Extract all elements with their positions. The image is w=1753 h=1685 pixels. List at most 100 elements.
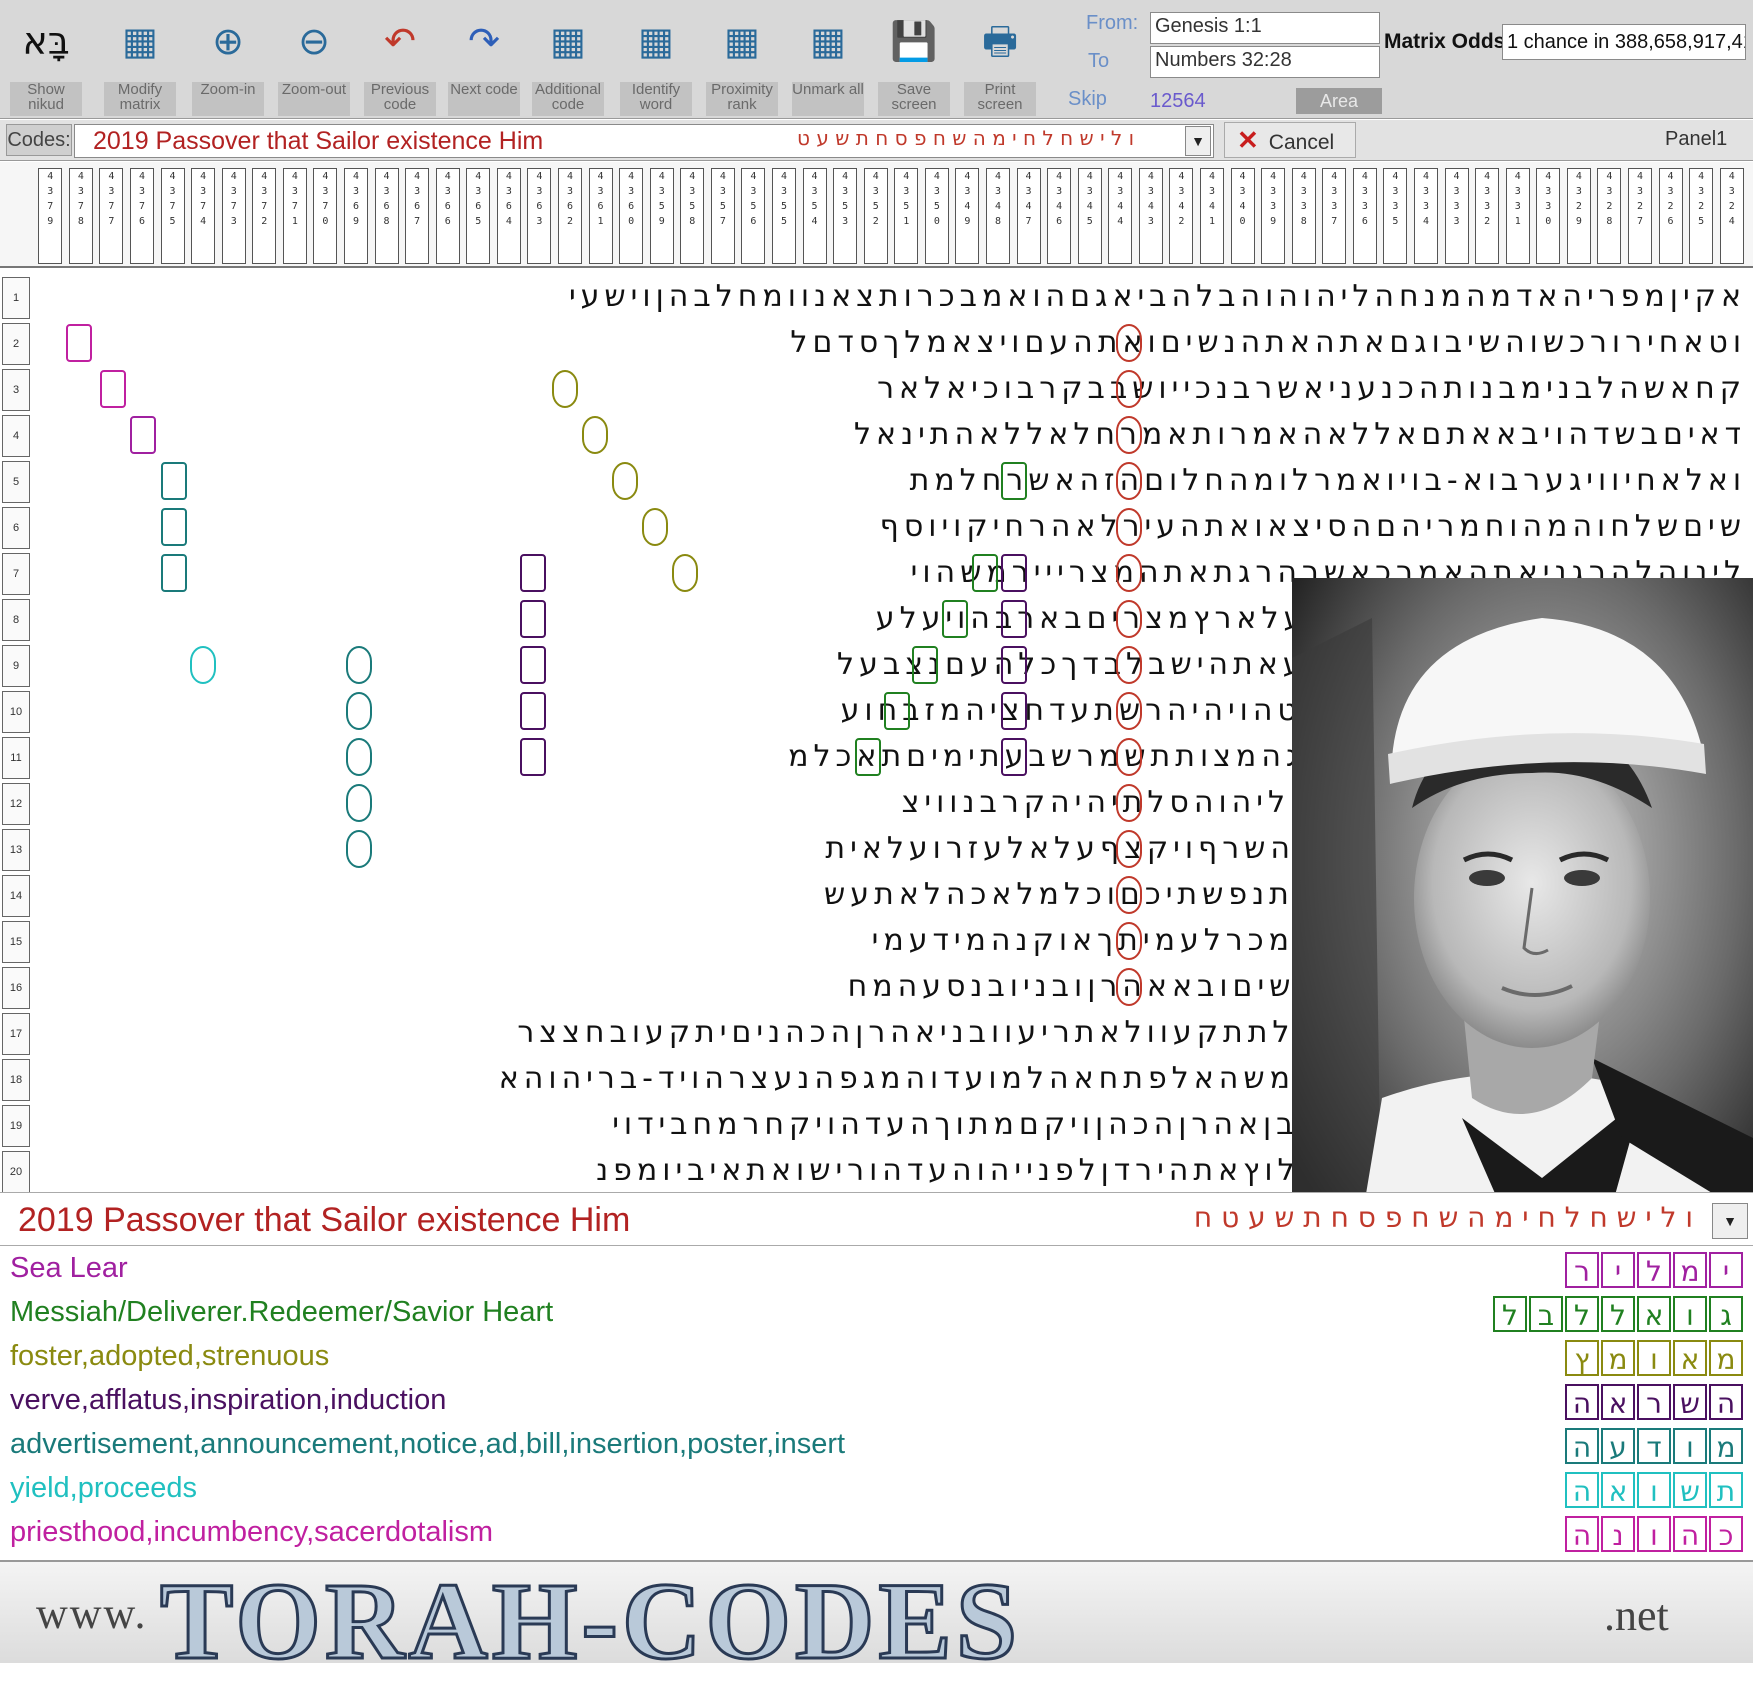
tool-button-4[interactable]: ↶ Previous code	[362, 6, 438, 116]
column-number: 4 3 7 6	[130, 168, 154, 264]
tool-button-10[interactable]: 💾 Save screen	[876, 6, 952, 116]
finding-text[interactable]: priesthood,incumbency,sacerdotalism	[10, 1516, 1210, 1556]
column-number: 4 3 6 9	[344, 168, 368, 264]
tool-label: Show nikud	[10, 82, 82, 116]
column-number: 4 3 7 9	[38, 168, 63, 264]
term-letter-mark	[190, 646, 216, 684]
code-letter-mark	[1116, 738, 1142, 776]
finding-letter: א	[1601, 1472, 1635, 1508]
tool-button-11[interactable]: 🖶 Print screen	[962, 6, 1038, 116]
finding-letter: ע	[1601, 1428, 1635, 1464]
column-number: 4 3 2 6	[1658, 168, 1683, 264]
selected-code-row[interactable]: 2019 Passover that Sailor existence Him …	[0, 1192, 1753, 1246]
column-number: 4 3 5 3	[833, 168, 858, 264]
finding-text[interactable]: Messiah/Deliverer.Redeemer/Savior Heart	[10, 1296, 1210, 1336]
tool-button-2[interactable]: ⊕ Zoom-in	[190, 6, 266, 116]
tool-label: Unmark all	[792, 82, 864, 116]
column-number: 4 3 2 8	[1597, 168, 1622, 264]
term-letter-mark	[552, 370, 578, 408]
codes-row: Codes: 2019 Passover that Sailor existen…	[0, 120, 1753, 161]
code-letter-mark	[1116, 784, 1142, 822]
codes-hebrew: ו ל י ש ח ל ח י מ ה ש ח פ ס ח ת ש ע ט	[797, 126, 1135, 150]
tool-button-8[interactable]: ▦ Proximity rank	[704, 6, 780, 116]
term-letter-mark	[612, 462, 638, 500]
skip-value: 12564	[1150, 90, 1206, 112]
tool-button-5[interactable]: ↷ Next code	[446, 6, 522, 116]
finding-letter: ה	[1565, 1472, 1599, 1508]
tool-label: Save screen	[878, 82, 950, 116]
cancel-button[interactable]: ✕ Cancel	[1224, 122, 1356, 158]
row-number: 7	[2, 553, 30, 595]
finding-letter: ש	[1673, 1472, 1707, 1508]
codes-dropdown-button[interactable]: ▼	[1185, 126, 1211, 156]
to-field[interactable]: Numbers 32:28	[1150, 46, 1380, 78]
finding-text[interactable]: Sea Lear	[10, 1252, 1210, 1292]
row-number: 20	[2, 1151, 30, 1193]
tool-label: Next code	[448, 82, 520, 116]
row-number: 18	[2, 1059, 30, 1101]
column-number: 4 3 5 4	[802, 168, 827, 264]
column-number: 4 3 3 6	[1352, 168, 1377, 264]
finding-letter: ל	[1565, 1296, 1599, 1332]
tool-button-6[interactable]: ▦ Additional code	[530, 6, 606, 116]
from-label: From:	[1086, 12, 1139, 34]
selection-dropdown-button[interactable]: ▼	[1712, 1203, 1748, 1239]
column-number: 4 3 4 8	[986, 168, 1010, 264]
finding-letter: ל	[1601, 1296, 1635, 1332]
column-header: 4 3 7 94 3 7 84 3 7 74 3 7 64 3 7 54 3 7…	[0, 162, 1753, 268]
column-number: 4 3 5 1	[894, 168, 919, 264]
finding-text[interactable]: verve,afflatus,inspiration,induction	[10, 1384, 1210, 1424]
term-letter-mark	[1001, 646, 1027, 684]
term-letter-mark	[1001, 600, 1027, 638]
term-letter-mark	[1001, 692, 1027, 730]
codes-field[interactable]: 2019 Passover that Sailor existence Him …	[74, 124, 1214, 158]
finding-letter: י	[1709, 1252, 1743, 1288]
column-number: 4 3 4 5	[1077, 168, 1102, 264]
finding-hebrew: השראה	[1563, 1384, 1743, 1424]
code-letter-mark	[1116, 462, 1142, 500]
from-field[interactable]: Genesis 1:1	[1150, 12, 1380, 44]
tool-button-3[interactable]: ⊖ Zoom-out	[276, 6, 352, 116]
banner-prefix: www.	[36, 1589, 148, 1638]
tool-button-9[interactable]: ▦ Unmark all	[790, 6, 866, 116]
close-icon: ✕	[1237, 125, 1259, 155]
term-letter-mark	[346, 830, 372, 868]
matrix-odds-label: Matrix Odds	[1384, 30, 1506, 53]
column-number: 4 3 2 7	[1628, 168, 1652, 264]
column-number: 4 3 7 4	[191, 168, 216, 264]
finding-text[interactable]: foster,adopted,strenuous	[10, 1340, 1210, 1380]
to-label: To	[1088, 50, 1110, 72]
area-button[interactable]: Area	[1296, 88, 1382, 114]
zoom-out-icon: ⊖	[298, 19, 330, 63]
column-number: 4 3 2 9	[1566, 168, 1591, 264]
tool-label: Previous code	[364, 82, 436, 116]
chevron-down-icon: ▼	[1723, 1213, 1737, 1229]
matrix-row: אקיןמפריהאדמהמנחהליהוהוהבלהביאגםהואמבכרו…	[568, 279, 1746, 314]
finding-hebrew: מאומץ	[1563, 1340, 1743, 1380]
row-number: 16	[2, 967, 30, 1009]
column-number: 4 3 6 5	[466, 168, 491, 264]
column-number: 4 3 6 8	[374, 168, 399, 264]
tool-button-1[interactable]: ▦ Modify matrix	[102, 6, 178, 116]
panel-label: Panel1	[1665, 128, 1728, 150]
row-number: 2	[2, 323, 30, 365]
tool-button-7[interactable]: ▦ Identify word	[618, 6, 694, 116]
column-number: 4 3 7 8	[68, 168, 93, 264]
letter-matrix: ייהוהלמלחמהועברלכםכלחלוץאתהירדןלפנייהוהע…	[0, 268, 1753, 1274]
sailor-photo	[1292, 578, 1753, 1274]
matrix-odds-value: 1 chance in 388,658,917,411.936	[1502, 24, 1746, 60]
finding-text[interactable]: advertisement,announcement,notice,ad,bil…	[10, 1428, 1210, 1468]
term-letter-mark	[1001, 738, 1027, 776]
column-number: 4 3 7 7	[99, 168, 124, 264]
finding-letter: א	[1673, 1340, 1707, 1376]
code-letter-mark	[1116, 922, 1142, 960]
finding-letter: ש	[1673, 1384, 1707, 1420]
finding-letter: ו	[1637, 1516, 1671, 1552]
column-number: 4 3 2 5	[1689, 168, 1714, 264]
finding-text[interactable]: yield,proceeds	[10, 1472, 1210, 1512]
finding-letter: ו	[1637, 1472, 1671, 1508]
term-letter-mark	[346, 692, 372, 730]
tool-button-0[interactable]: בָּא Show nikud	[8, 6, 84, 116]
code-letter-mark	[1116, 876, 1142, 914]
column-number: 4 3 4 1	[1200, 168, 1224, 264]
